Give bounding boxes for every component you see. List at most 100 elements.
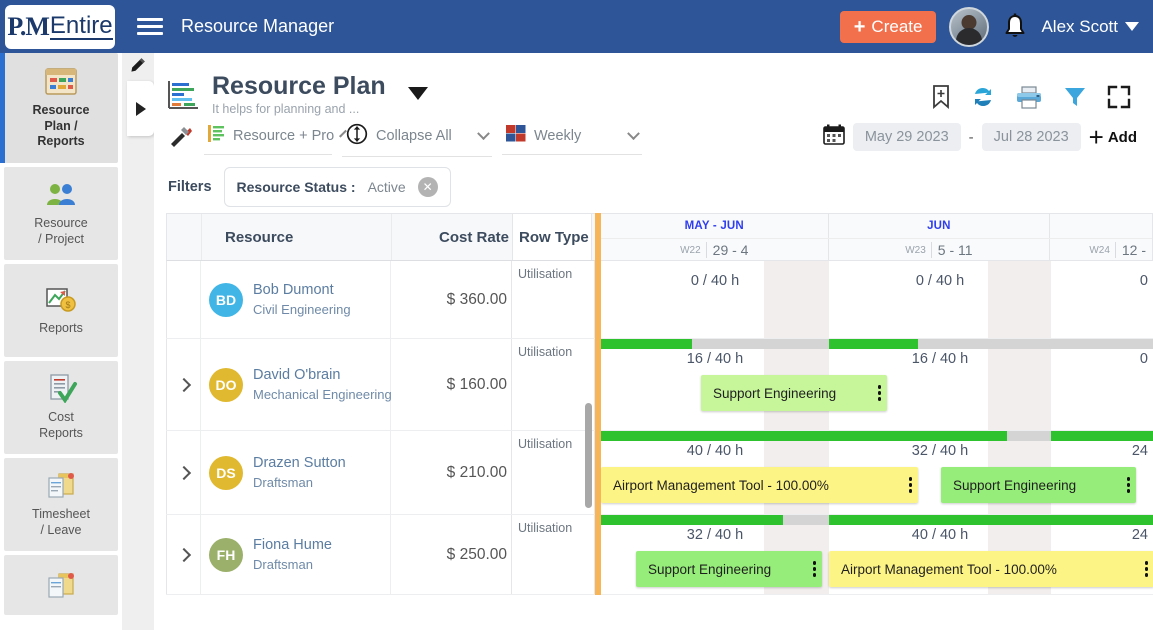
task-menu-icon[interactable] [803,561,816,577]
row-expander[interactable] [166,339,201,430]
timeline-week-range: 5 - 11 [930,242,973,258]
task-menu-icon[interactable] [899,477,912,493]
app-title: Resource Manager [181,16,335,36]
bell-icon[interactable] [1002,13,1028,41]
view-toolbar: Resource + Pro Collapse All Weekly May 2… [154,113,1153,161]
resource-cell[interactable]: FH Fiona Hume Draftsman [201,515,391,594]
expand-panel-button[interactable] [127,81,154,136]
date-separator: - [968,128,974,146]
timeline-week-range: 29 - 4 [705,242,748,258]
resource-name: Fiona Hume [253,536,332,553]
utilisation-bar [601,339,829,349]
print-icon[interactable] [1015,85,1043,114]
resource-name: Bob Dumont [253,281,334,298]
timescale-dropdown[interactable]: Weekly [502,119,642,155]
page-title-dropdown-caret[interactable] [407,87,428,100]
date-from-input[interactable]: May 29 2023 [852,123,961,151]
task-bar[interactable]: Airport Management Tool - 100.00% [829,551,1153,587]
sidebar-item-resource-plan-reports[interactable]: Resource Plan / Reports [0,53,118,163]
sidebar-item-label: Resource Plan / Reports [32,103,90,149]
hamburger-icon[interactable] [137,18,163,35]
row-expander[interactable] [166,261,201,338]
calendar-icon[interactable] [823,124,845,150]
avatar[interactable] [949,6,990,47]
grid-header-row: Resource Cost Rate Row Type [166,213,601,261]
sidebar-item-cost-reports[interactable]: Cost Reports [4,361,118,454]
task-label: Airport Management Tool - 100.00% [613,477,829,493]
timeline-row: 40 / 40 h 32 / 40 h 24 Airport Managemen… [601,431,1153,514]
chevron-right-icon [176,377,191,392]
group-by-dropdown[interactable]: Resource + Pro [204,119,348,155]
add-button[interactable]: + Add [1088,121,1137,152]
utilisation-bar [601,431,829,441]
task-menu-icon[interactable] [868,385,881,401]
timeline-week-number: W24 [1089,244,1110,256]
task-bar[interactable]: Airport Management Tool - 100.00% [601,467,918,503]
table-row[interactable]: BD Bob Dumont Civil Engineering $ 360.00… [166,261,1153,339]
grid-header-resource[interactable]: Resource [202,214,392,260]
timeline-week[interactable]: W23 5 - 11 [829,239,1051,261]
table-row[interactable]: DO David O'brain Mechanical Engineering … [166,339,1153,431]
resource-name: David O'brain [253,366,341,383]
top-header-bar: P.M Entire Resource Manager + Create Ale… [0,0,1153,53]
user-name-label: Alex Scott [1041,16,1118,36]
page-title-row: Resource Plan It helps for planning and … [154,53,1153,116]
week-hours: 16 / 40 h [911,351,969,367]
timeline-month: MAY - JUN [601,214,829,238]
timeline-header: MAY - JUN JUN W22 29 - 4 W23 5 - 11 W24 … [601,213,1153,261]
task-bar[interactable]: Support Engineering [636,551,822,587]
row-expander[interactable] [166,515,201,594]
plus-icon: + [1088,121,1104,152]
week-hours: 40 / 40 h [911,527,969,543]
refresh-icon[interactable] [971,85,995,114]
task-bar[interactable]: Support Engineering [701,375,887,411]
filter-chip-resource-status[interactable]: Resource Status : Active ✕ [223,167,451,207]
grid-header-row-type[interactable]: Row Type [512,214,592,260]
utilisation-bar [1051,515,1153,525]
week-hours: 16 / 40 h [686,351,744,367]
sidebar-item-resource-project[interactable]: Resource / Project [4,167,118,260]
collapse-dropdown[interactable]: Collapse All [342,118,492,157]
task-menu-icon[interactable] [1135,561,1148,577]
timescale-value: Weekly [534,128,582,144]
fullscreen-icon[interactable] [1107,85,1131,114]
x-icon[interactable]: ✕ [417,177,438,197]
row-expander[interactable] [166,431,201,514]
task-bar[interactable]: Support Engineering [941,467,1136,503]
timeline-week[interactable]: W22 29 - 4 [601,239,829,261]
row-type-cell: Utilisation [511,515,595,594]
app-logo[interactable]: P.M Entire [5,4,115,49]
resource-cell[interactable]: BD Bob Dumont Civil Engineering [201,261,391,338]
tools-icon[interactable] [168,124,194,150]
timeline-week[interactable]: W24 12 - [1050,239,1152,261]
resource-cell[interactable]: DS Drazen Sutton Draftsman [201,431,391,514]
user-menu[interactable]: Alex Scott [1041,17,1139,37]
week-hours: 0 / 40 h [915,273,965,289]
sidebar-item-timesheet-leave[interactable]: Timesheet / Leave [4,458,118,551]
panel-edge [122,53,154,630]
sidebar-item-label: Cost Reports [39,410,83,440]
filter-icon[interactable] [1063,85,1087,114]
sidebar-item-label: Timesheet / Leave [32,507,90,537]
timeline-week-number: W23 [905,244,926,256]
group-by-value: Resource + Pro [233,128,335,144]
create-button[interactable]: + Create [839,10,937,43]
task-menu-icon[interactable] [1117,477,1130,493]
chevron-right-icon [176,465,191,480]
bookmark-icon[interactable] [931,85,951,114]
pencil-icon[interactable] [122,53,154,73]
week-hours: 24 [1131,527,1148,543]
cost-rate-cell: $ 360.00 [446,290,507,308]
sidebar-item-reports[interactable]: $ Reports [4,264,118,357]
sidebar-item-extra[interactable] [4,555,118,615]
table-row[interactable]: DS Drazen Sutton Draftsman $ 210.00 Util… [166,431,1153,515]
vertical-scrollbar[interactable] [585,403,592,508]
avatar: DS [209,455,243,490]
timeline-week-number: W22 [680,244,701,256]
resource-cell[interactable]: DO David O'brain Mechanical Engineering [201,339,392,430]
grid-header-cost-rate[interactable]: Cost Rate [392,214,512,260]
table-row[interactable]: FH Fiona Hume Draftsman $ 250.00 Utilisa… [166,515,1153,595]
resource-plan-grid: Resource Cost Rate Row Type MAY - JUN JU… [166,213,1153,595]
add-button-label: Add [1107,128,1137,146]
date-to-input[interactable]: Jul 28 2023 [981,123,1081,151]
